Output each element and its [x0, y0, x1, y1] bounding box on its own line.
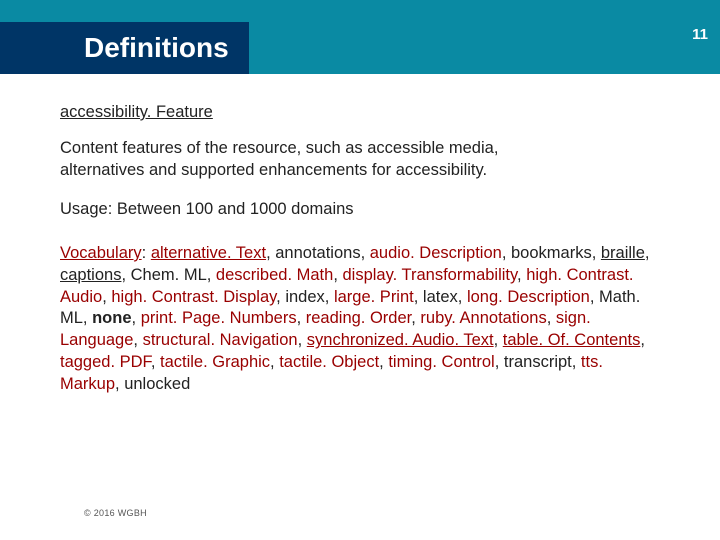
vocab-long-description: long. Description [467, 288, 590, 306]
vocab-braille: braille [601, 244, 645, 262]
vocab-high-contrast-display: high. Contrast. Display [111, 288, 276, 306]
description-line-1: Content features of the resource, such a… [60, 139, 498, 157]
vocab-captions: captions [60, 266, 121, 284]
page-title: Definitions [84, 32, 229, 64]
vocab-chemml: , Chem. ML, [121, 266, 215, 284]
vocab-synchronized-audio-text: synchronized. Audio. Text [307, 331, 494, 349]
vocab-audio-description: audio. Description [370, 244, 502, 262]
vocab-alternative-text: alternative. Text [151, 244, 266, 262]
description-line-2: alternatives and supported enhancements … [60, 161, 487, 179]
slide-number: 11 [692, 26, 708, 43]
vocabulary-label: Vocabulary [60, 244, 142, 262]
vocab-tactile-graphic: tactile. Graphic [160, 353, 270, 371]
vocab-described-math: described. Math [216, 266, 333, 284]
vocabulary-separator: : [142, 244, 151, 262]
vocab-print-page-numbers: print. Page. Numbers [141, 309, 297, 327]
vocab-display-transformability: display. Transformability [343, 266, 518, 284]
vocab-latex: , latex, [414, 288, 467, 306]
vocab-structural-navigation: structural. Navigation [143, 331, 298, 349]
vocab-reading-order: reading. Order [306, 309, 411, 327]
vocab-index: , index, [276, 288, 334, 306]
vocab-table-of-contents: table. Of. Contents [503, 331, 641, 349]
header-band: Definitions 11 [0, 0, 720, 74]
vocab-large-print: large. Print [334, 288, 414, 306]
content-body: accessibility. Feature Content features … [0, 74, 720, 395]
vocab-transcript: , transcript, [495, 353, 581, 371]
vocab-none: none [92, 309, 131, 327]
copyright: © 2016 WGBH [84, 508, 147, 518]
vocab-bookmarks: , bookmarks, [502, 244, 601, 262]
vocab-unlocked: , unlocked [115, 375, 190, 393]
vocab-tactile-object: tactile. Object [279, 353, 379, 371]
usage-line: Usage: Between 100 and 1000 domains [60, 199, 660, 221]
vocabulary-block: Vocabulary: alternative. Text, annotatio… [60, 243, 660, 395]
vocab-timing-control: timing. Control [388, 353, 494, 371]
vocab-ruby-annotations: ruby. Annotations [420, 309, 546, 327]
vocab-annotations: , annotations, [266, 244, 370, 262]
term-heading: accessibility. Feature [60, 102, 660, 124]
description: Content features of the resource, such a… [60, 138, 660, 182]
vocab-tagged-pdf: tagged. PDF [60, 353, 151, 371]
title-box: Definitions [0, 22, 249, 74]
